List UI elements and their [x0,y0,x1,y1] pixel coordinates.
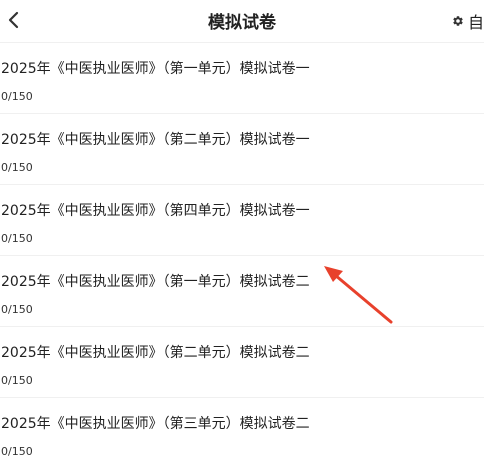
exam-title: 2025年《中医执业医师》（第一单元）模拟试卷一 [1,61,310,77]
exam-item[interactable]: 2025年《中医执业医师》（第三单元）模拟试卷二 0/150 [0,398,484,463]
exam-title: 2025年《中医执业医师》（第四单元）模拟试卷一 [1,203,310,219]
exam-title: 2025年《中医执业医师》（第一单元）模拟试卷二 [1,274,310,290]
page-title: 模拟试卷 [208,13,276,33]
exam-item[interactable]: 2025年《中医执业医师》（第一单元）模拟试卷一 0/150 [0,43,484,114]
exam-progress: 0/150 [1,445,33,458]
exam-item[interactable]: 2025年《中医执业医师》（第一单元）模拟试卷二 0/150 [0,256,484,327]
exam-title: 2025年《中医执业医师》（第二单元）模拟试卷一 [1,132,310,148]
exam-item[interactable]: 2025年《中医执业医师》（第四单元）模拟试卷一 0/150 [0,185,484,256]
exam-title: 2025年《中医执业医师》（第二单元）模拟试卷二 [1,345,310,361]
back-button[interactable] [2,6,24,34]
exam-progress: 0/150 [1,161,33,174]
exam-title: 2025年《中医执业医师》（第三单元）模拟试卷二 [1,416,310,432]
chevron-left-icon [8,11,19,29]
settings-label: 自 [467,13,484,32]
exam-item[interactable]: 2025年《中医执业医师》（第二单元）模拟试卷二 0/150 [0,327,484,398]
app-screen: 模拟试卷 自 2025年《中医执业医师》（第一单元）模拟试卷一 0/150 20… [0,0,484,463]
exam-item[interactable]: 2025年《中医执业医师》（第二单元）模拟试卷一 0/150 [0,114,484,185]
exam-progress: 0/150 [1,374,33,387]
gear-icon [453,16,463,26]
exam-progress: 0/150 [1,90,33,103]
settings-button[interactable]: 自 [452,10,484,32]
exam-list: 2025年《中医执业医师》（第一单元）模拟试卷一 0/150 2025年《中医执… [0,43,484,463]
exam-progress: 0/150 [1,303,33,316]
exam-progress: 0/150 [1,232,33,245]
top-bar: 模拟试卷 自 [0,0,484,43]
